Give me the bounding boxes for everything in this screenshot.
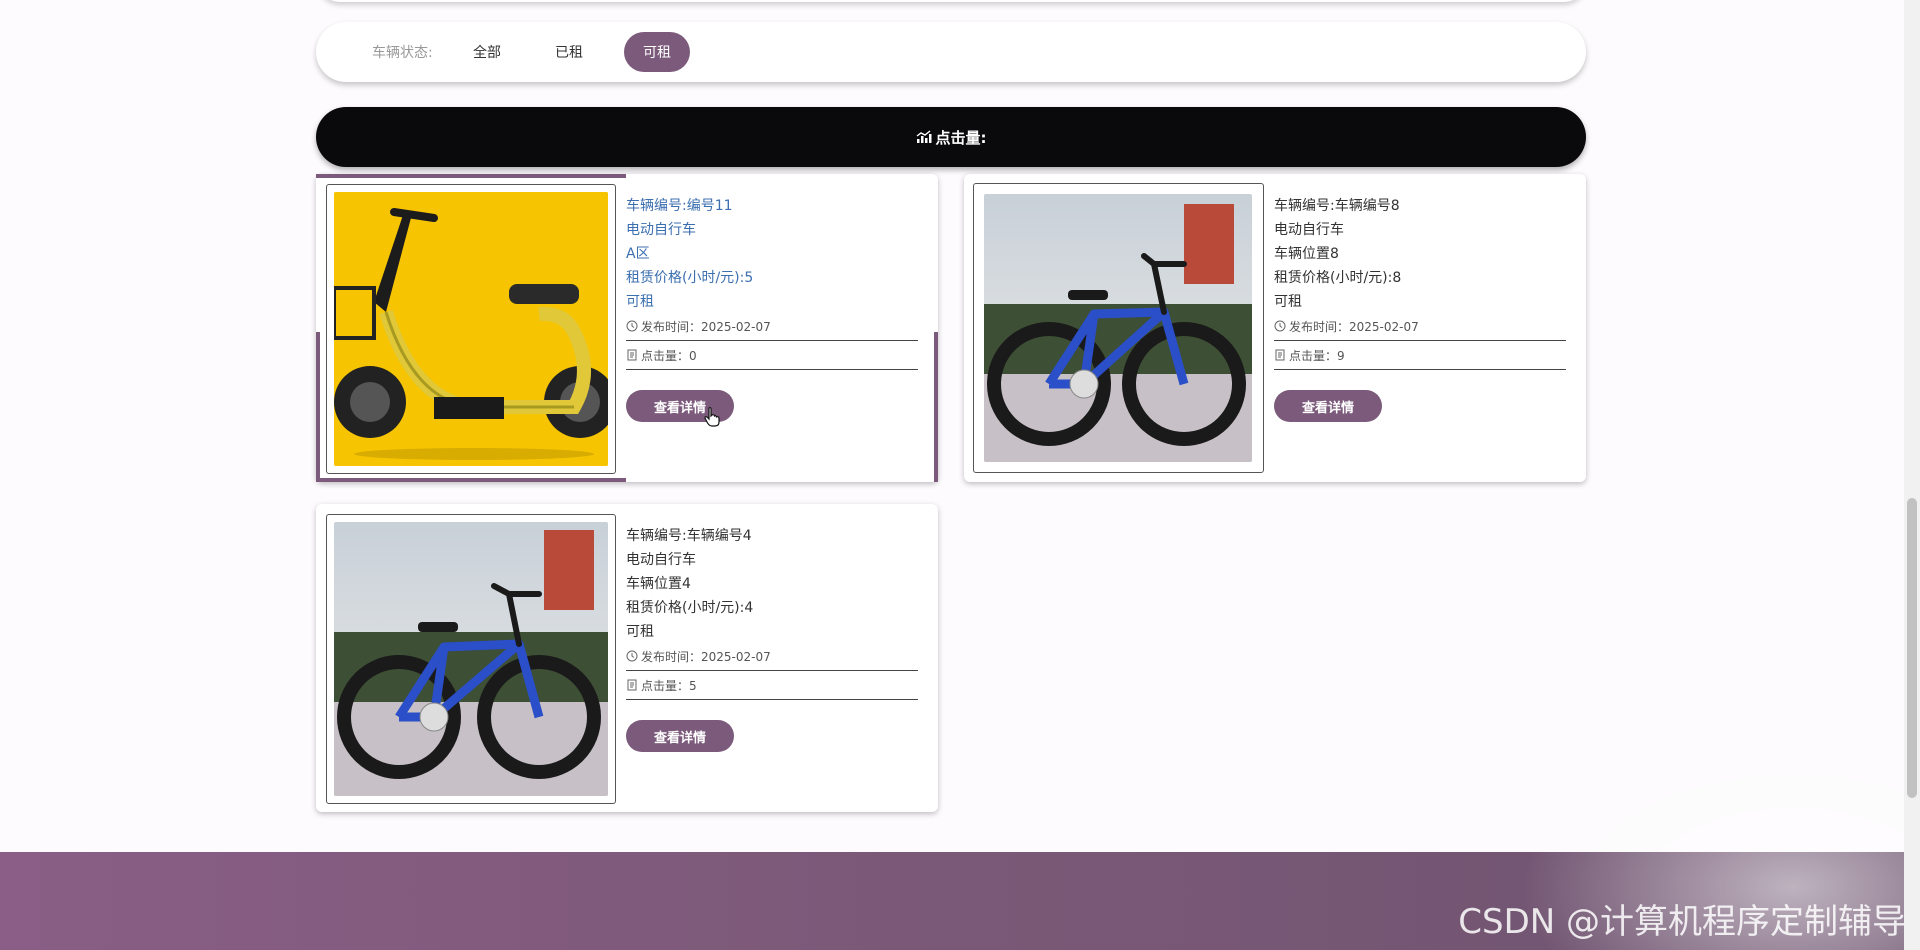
vehicle-image[interactable] [984,194,1252,462]
vehicle-status[interactable]: 可租 [626,290,918,314]
vehicle-image-frame[interactable] [326,184,616,474]
vehicle-location[interactable]: A区 [626,242,918,266]
vehicle-image-frame[interactable] [973,183,1264,473]
filter-option-available[interactable]: 可租 [624,32,690,72]
chart-icon [916,130,931,143]
vehicle-price[interactable]: 租赁价格(小时/元):8 [1274,266,1566,290]
vehicle-number[interactable]: 车辆编号:编号11 [626,194,918,218]
watermark: CSDN @计算机程序定制辅导 [1458,902,1906,942]
vehicle-image-frame[interactable] [326,514,616,804]
hover-border [934,332,938,482]
document-icon [627,679,637,691]
sort-by-clicks-bar[interactable]: 点击量: [316,107,1586,167]
vehicle-location[interactable]: 车辆位置8 [1274,242,1566,266]
divider [626,699,918,700]
clock-icon [1274,320,1286,332]
publish-time-text: 发布时间：2025-02-07 [641,649,771,664]
divider [626,670,918,671]
status-filter-bar: 车辆状态: 全部 已租 可租 [316,22,1586,82]
vehicle-image[interactable] [334,192,608,466]
publish-time: 发布时间：2025-02-07 [626,644,918,668]
vehicle-number[interactable]: 车辆编号:车辆编号4 [626,524,918,548]
click-count: 点击量：5 [626,673,918,697]
click-count-text: 点击量：5 [641,678,697,693]
clock-icon [626,650,638,662]
click-count: 点击量：0 [626,343,918,367]
divider [626,369,918,370]
view-details-button[interactable]: 查看详情 [1274,390,1382,422]
vehicle-card[interactable]: 车辆编号:编号11 电动自行车 A区 租赁价格(小时/元):5 可租 发布时间：… [316,174,938,482]
vehicle-price[interactable]: 租赁价格(小时/元):5 [626,266,918,290]
click-count-text: 点击量：9 [1289,348,1345,363]
hover-border [316,332,320,482]
vehicle-price[interactable]: 租赁价格(小时/元):4 [626,596,918,620]
vehicle-card[interactable]: 车辆编号:车辆编号4 电动自行车 车辆位置4 租赁价格(小时/元):4 可租 发… [316,504,938,812]
filter-option-rented[interactable]: 已租 [536,32,602,72]
filter-label: 车辆状态: [372,45,433,61]
vehicle-type[interactable]: 电动自行车 [626,218,918,242]
vehicle-image[interactable] [334,522,608,796]
divider [1274,369,1566,370]
vehicle-type[interactable]: 电动自行车 [626,548,918,572]
publish-time: 发布时间：2025-02-07 [626,314,918,338]
previous-panel-edge [318,0,1586,2]
document-icon [627,349,637,361]
vehicle-type[interactable]: 电动自行车 [1274,218,1566,242]
cursor-pointer-icon [704,407,720,427]
filter-option-all[interactable]: 全部 [454,32,520,72]
view-details-button[interactable]: 查看详情 [626,720,734,752]
divider [626,340,918,341]
click-bar-label: 点击量: [935,128,987,147]
vehicle-number[interactable]: 车辆编号:车辆编号8 [1274,194,1566,218]
vehicle-card[interactable]: 车辆编号:车辆编号8 电动自行车 车辆位置8 租赁价格(小时/元):8 可租 发… [964,174,1586,482]
vertical-scrollbar[interactable] [1904,0,1920,950]
divider [1274,340,1566,341]
click-count: 点击量：9 [1274,343,1566,367]
vehicle-location[interactable]: 车辆位置4 [626,572,918,596]
publish-time: 发布时间：2025-02-07 [1274,314,1566,338]
scrollbar-thumb[interactable] [1907,498,1917,798]
click-count-text: 点击量：0 [641,348,697,363]
vehicle-status[interactable]: 可租 [626,620,918,644]
publish-time-text: 发布时间：2025-02-07 [641,319,771,334]
vehicle-status[interactable]: 可租 [1274,290,1566,314]
clock-icon [626,320,638,332]
document-icon [1275,349,1285,361]
publish-time-text: 发布时间：2025-02-07 [1289,319,1419,334]
